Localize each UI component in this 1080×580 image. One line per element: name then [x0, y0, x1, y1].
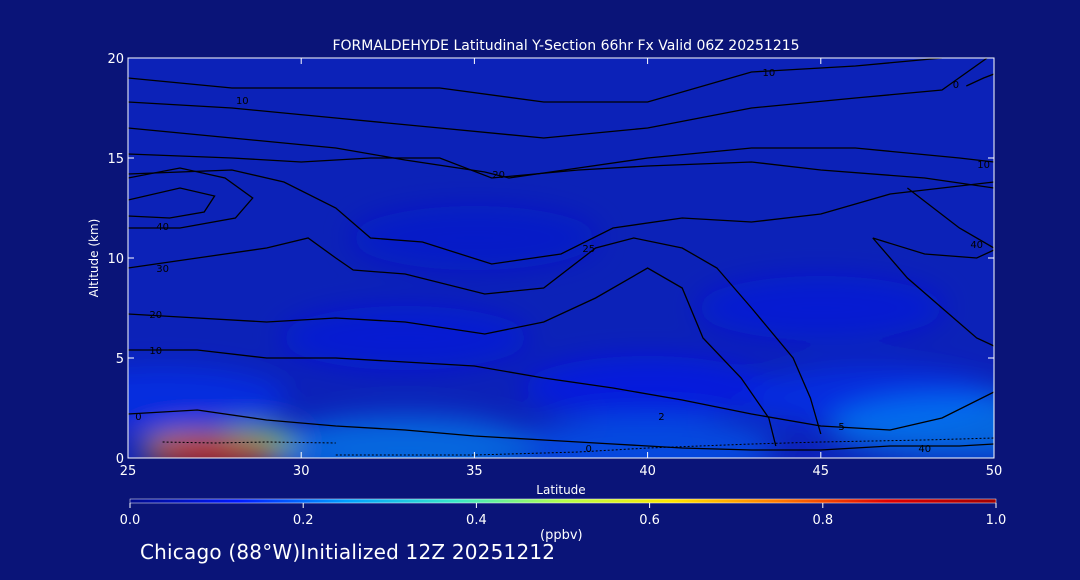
colorbar-tick-label: 0.6 [639, 513, 660, 528]
field-blob [275, 416, 536, 458]
x-axis-label: Latitude [536, 483, 585, 497]
contour-label: 40 [970, 240, 983, 251]
field-blob [281, 306, 530, 370]
colorbar-tick-label: 0.4 [466, 513, 487, 528]
y-tick-label: 0 [116, 452, 124, 467]
chart-svg: FORMALDEHYDE Latitudinal Y-Section 66hr … [87, 38, 1007, 528]
field-blob [146, 436, 283, 458]
contour-label: 10 [762, 68, 775, 79]
chart-title: FORMALDEHYDE Latitudinal Y-Section 66hr … [332, 38, 799, 54]
y-tick-label: 10 [107, 252, 124, 267]
footer-text: Chicago (88°W)Initialized 12Z 20251212 [140, 540, 556, 564]
contour-label: 25 [582, 244, 595, 255]
x-tick-label: 40 [639, 464, 656, 479]
colorbar-tick-label: 1.0 [986, 513, 1007, 528]
contour-label: 10 [149, 346, 162, 357]
y-axis-label: Altitude (km) [87, 219, 101, 298]
x-tick-label: 50 [986, 464, 1003, 479]
colorbar-tick-label: 0.0 [120, 513, 141, 528]
x-tick-label: 45 [813, 464, 830, 479]
contour-label: 5 [838, 422, 844, 433]
colorbar-ticks: 0.0 0.2 0.4 0.6 0.8 1.0 [120, 503, 1007, 528]
contour-label: 20 [492, 170, 505, 181]
field-blob [128, 366, 289, 430]
contour-label: 10 [977, 160, 990, 171]
contour-label: 0 [586, 444, 592, 455]
y-tick-label: 15 [107, 152, 124, 167]
field-blob [351, 206, 598, 270]
field-blob [829, 394, 994, 458]
contour-label: 0 [953, 80, 959, 91]
y-tick-label: 20 [107, 52, 124, 67]
contour-label: 40 [156, 222, 169, 233]
contour-label: 2 [658, 412, 664, 423]
contour-label: 30 [156, 264, 169, 275]
colorbar-tick-label: 0.2 [293, 513, 314, 528]
y-tick-label: 5 [116, 352, 124, 367]
contour-label: 0 [135, 412, 141, 423]
x-tick-label: 30 [293, 464, 310, 479]
x-tick-label: 35 [466, 464, 483, 479]
field-blob [696, 276, 945, 340]
colorbar-tick-label: 0.8 [812, 513, 833, 528]
colorbar [129, 498, 997, 504]
contour-label: 40 [918, 444, 931, 455]
contour-label: 10 [236, 96, 249, 107]
contour-label: 20 [149, 310, 162, 321]
page: FORMALDEHYDE Latitudinal Y-Section 66hr … [0, 0, 1080, 576]
